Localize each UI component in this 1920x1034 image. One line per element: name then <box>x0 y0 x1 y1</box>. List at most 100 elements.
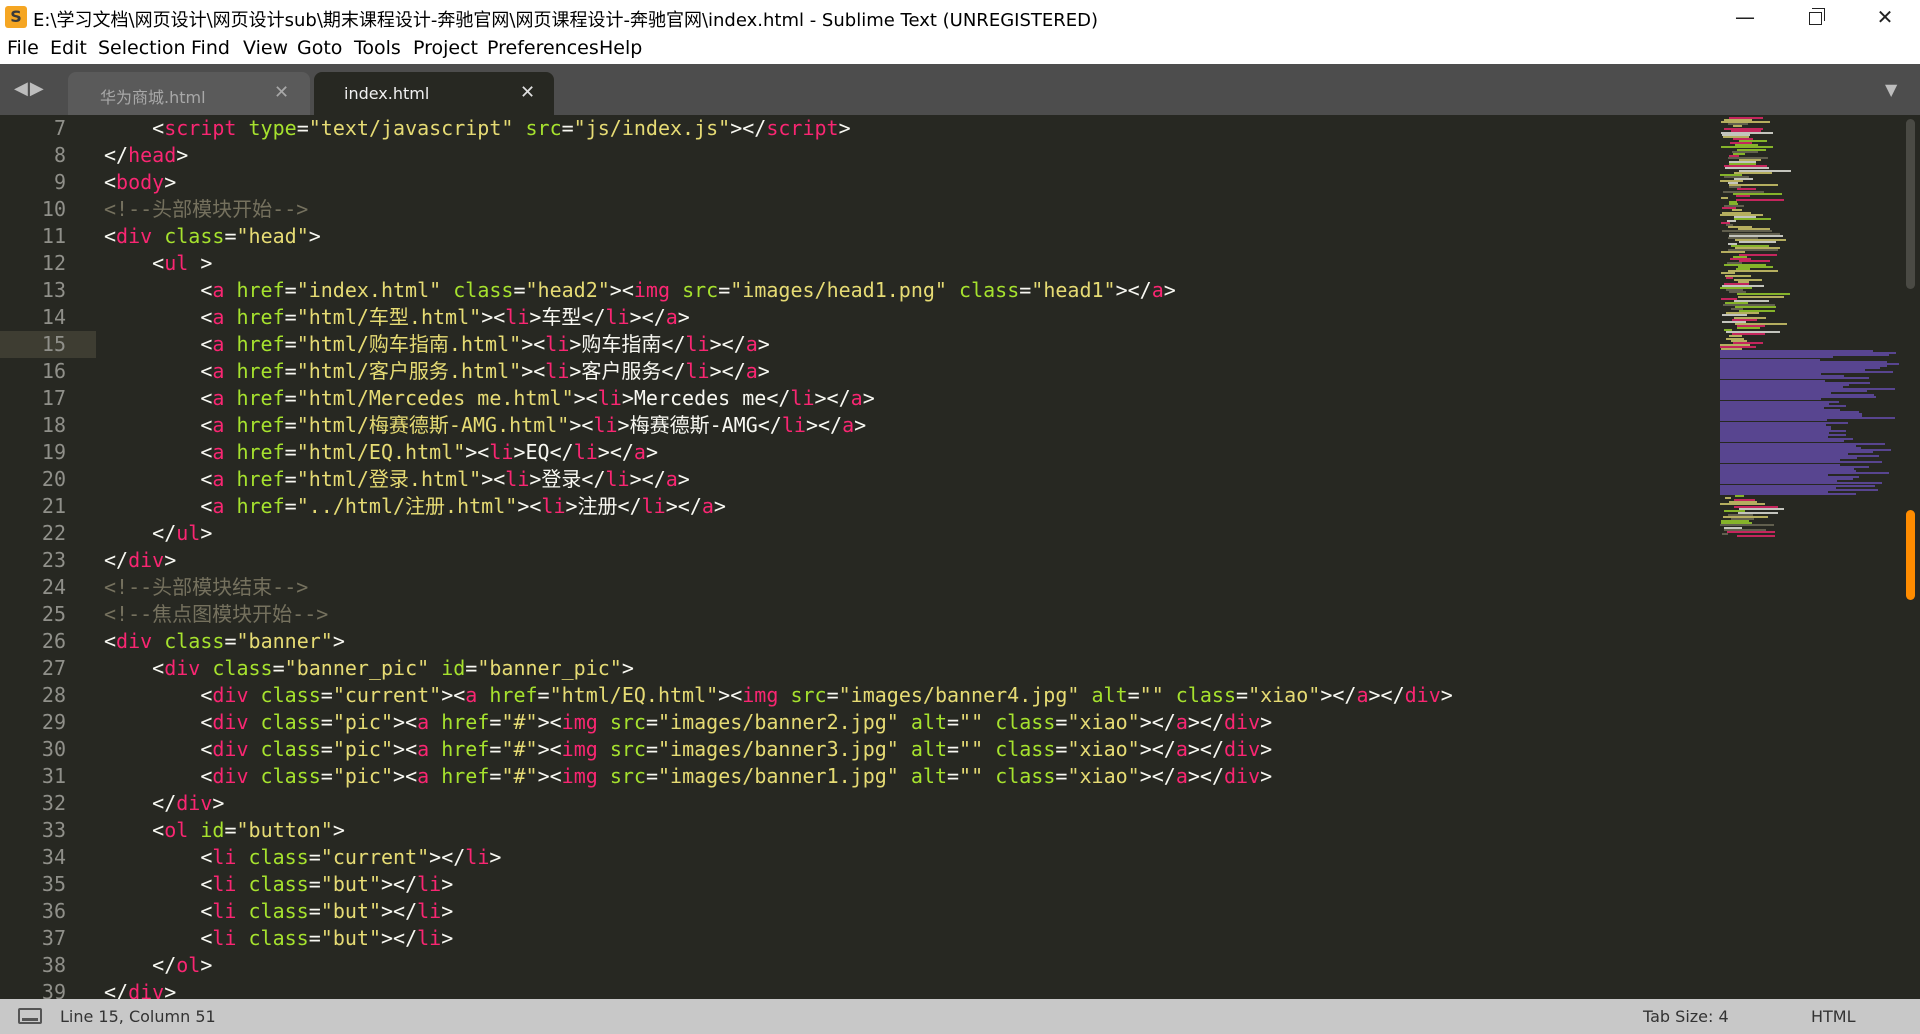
vertical-scrollbar[interactable] <box>1902 115 1920 999</box>
minimap-line <box>1727 530 1775 533</box>
line-number: 18 <box>41 413 66 437</box>
line-number: 36 <box>41 899 66 923</box>
code-line[interactable]: <a href="index.html" class="head2"><img … <box>104 277 1175 304</box>
line-number: 19 <box>41 440 66 464</box>
menu-view[interactable]: View <box>243 37 288 59</box>
code-line[interactable]: <div class="head"> <box>104 223 321 250</box>
cursor-position[interactable]: Line 15, Column 51 <box>60 1007 216 1026</box>
menu-preferences[interactable]: Preferences <box>487 37 599 59</box>
tab-huawei[interactable]: 华为商城.html ✕ <box>68 72 310 115</box>
code-line[interactable]: <div class="pic"><a href="#"><img src="i… <box>104 763 1272 790</box>
code-line[interactable]: <li class="but"></li> <box>104 898 453 925</box>
code-line[interactable]: <li class="current"></li> <box>104 844 501 871</box>
code-line[interactable]: </div> <box>104 547 176 574</box>
minimap-line <box>1734 217 1771 220</box>
line-number: 20 <box>41 467 66 491</box>
code-line[interactable]: </ol> <box>104 952 212 979</box>
code-line[interactable]: </head> <box>104 142 188 169</box>
minimap-line <box>1737 534 1775 537</box>
code-area[interactable]: <script type="text/javascript" src="js/i… <box>104 115 1704 999</box>
code-line[interactable]: </div> <box>104 979 176 999</box>
line-number: 32 <box>41 791 66 815</box>
code-line[interactable]: <div class="pic"><a href="#"><img src="i… <box>104 736 1272 763</box>
status-bar: Line 15, Column 51 Tab Size: 4 HTML <box>0 999 1920 1034</box>
code-line[interactable]: <div class="banner_pic" id="banner_pic"> <box>104 655 634 682</box>
menu-tools[interactable]: Tools <box>354 37 401 59</box>
sublime-icon: S <box>5 6 27 28</box>
line-number: 28 <box>41 683 66 707</box>
line-number: 17 <box>41 386 66 410</box>
line-number: 29 <box>41 710 66 734</box>
editor[interactable]: 7 8 9 10 11 12 13 14 15 16 17 18 19 20 21 22 23 24 25 26 27 2… <box>0 115 1920 999</box>
line-number: 25 <box>41 602 66 626</box>
line-number: 16 <box>41 359 66 383</box>
code-line[interactable]: <script type="text/javascript" src="js/i… <box>104 115 850 142</box>
code-line[interactable]: <ol id="button"> <box>104 817 345 844</box>
code-line[interactable]: </div> <box>104 790 224 817</box>
restore-icon[interactable] <box>1780 0 1850 34</box>
panel-toggle-icon[interactable] <box>18 1008 42 1024</box>
tab-bar: ◀▶ 华为商城.html ✕ index.html ✕ ▼ <box>0 64 1920 115</box>
minimap[interactable] <box>1712 115 1902 999</box>
close-icon[interactable]: ✕ <box>1850 0 1920 34</box>
menu-find[interactable]: Find <box>191 37 230 59</box>
code-line[interactable]: <a href="html/登录.html"><li>登录</li></a> <box>104 466 690 493</box>
line-number: 22 <box>41 521 66 545</box>
line-number: 31 <box>41 764 66 788</box>
tab-index[interactable]: index.html ✕ <box>314 72 554 115</box>
code-line[interactable]: </ul> <box>104 520 212 547</box>
minimize-icon[interactable]: — <box>1710 0 1780 34</box>
syntax-mode[interactable]: HTML <box>1811 1007 1856 1026</box>
code-line[interactable]: <div class="pic"><a href="#"><img src="i… <box>104 709 1272 736</box>
code-line[interactable]: <!--头部模块结束--> <box>104 574 308 601</box>
menu-goto[interactable]: Goto <box>297 37 342 59</box>
line-number: 21 <box>41 494 66 518</box>
minimap-line <box>1725 497 1731 500</box>
line-number: 24 <box>41 575 66 599</box>
code-line[interactable]: <li class="but"></li> <box>104 925 453 952</box>
code-line[interactable]: <a href="html/购车指南.html"><li>购车指南</li></… <box>104 331 770 358</box>
menu-help[interactable]: Help <box>599 37 642 59</box>
menu-file[interactable]: File <box>7 37 39 59</box>
code-line[interactable]: <!--头部模块开始--> <box>104 196 308 223</box>
code-line[interactable]: <!--焦点图模块开始--> <box>104 601 328 628</box>
line-number: 7 <box>53 116 66 140</box>
line-number: 23 <box>41 548 66 572</box>
code-line[interactable]: <a href="../html/注册.html"><li>注册</li></a… <box>104 493 726 520</box>
line-number: 34 <box>41 845 66 869</box>
scrollbar-track-thumb[interactable] <box>1906 119 1915 289</box>
tab-close-icon[interactable]: ✕ <box>520 82 535 103</box>
tab-list-dropdown-icon[interactable]: ▼ <box>1885 80 1897 99</box>
line-number: 39 <box>41 980 66 999</box>
line-number: 37 <box>41 926 66 950</box>
code-line[interactable]: <a href="html/EQ.html"><li>EQ</li></a> <box>104 439 658 466</box>
code-line[interactable]: <a href="html/梅赛德斯-AMG.html"><li>梅赛德斯-AM… <box>104 412 866 439</box>
code-line[interactable]: <div class="banner"> <box>104 628 345 655</box>
minimap-line <box>1739 507 1784 510</box>
line-number: 14 <box>41 305 66 329</box>
menu-project[interactable]: Project <box>413 37 478 59</box>
line-number: 30 <box>41 737 66 761</box>
minimap-line <box>1728 270 1778 273</box>
code-line[interactable]: <a href="html/客户服务.html"><li>客户服务</li></… <box>104 358 770 385</box>
minimap-line <box>1722 532 1728 535</box>
line-number: 33 <box>41 818 66 842</box>
code-line[interactable]: <div class="current"><a href="html/EQ.ht… <box>104 682 1452 709</box>
scrollbar-position-marker <box>1906 510 1915 600</box>
menu-edit[interactable]: Edit <box>50 37 87 59</box>
line-number: 15 <box>41 332 66 356</box>
menu-selection[interactable]: Selection <box>98 37 186 59</box>
code-line[interactable]: <a href="html/Mercedes me.html"><li>Merc… <box>104 385 874 412</box>
tab-nav-arrows-icon[interactable]: ◀▶ <box>14 78 46 99</box>
line-number: 12 <box>41 251 66 275</box>
code-line[interactable]: <a href="html/车型.html"><li>车型</li></a> <box>104 304 690 331</box>
minimap-line <box>1735 495 1744 497</box>
code-line[interactable]: <ul > <box>104 250 212 277</box>
tab-size[interactable]: Tab Size: 4 <box>1643 1007 1729 1026</box>
code-line[interactable]: <body> <box>104 169 176 196</box>
line-number: 13 <box>41 278 66 302</box>
line-number: 10 <box>41 197 66 221</box>
tab-close-icon[interactable]: ✕ <box>274 82 289 103</box>
minimap-line <box>1739 259 1770 262</box>
code-line[interactable]: <li class="but"></li> <box>104 871 453 898</box>
